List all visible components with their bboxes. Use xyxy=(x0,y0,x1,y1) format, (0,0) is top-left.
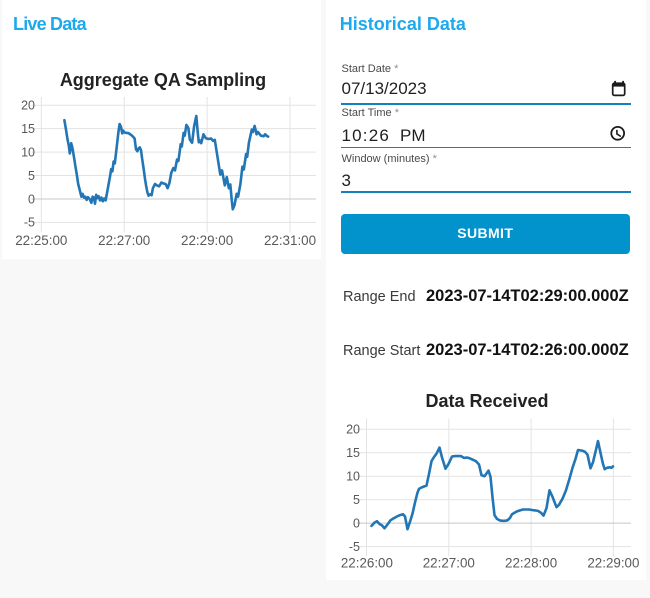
svg-text:22:27:00: 22:27:00 xyxy=(423,556,475,571)
svg-text:22:31:00: 22:31:00 xyxy=(264,233,316,248)
svg-text:15: 15 xyxy=(21,122,35,136)
svg-text:5: 5 xyxy=(353,493,360,507)
svg-text:-5: -5 xyxy=(24,216,35,230)
svg-text:0: 0 xyxy=(353,516,360,530)
svg-text:5: 5 xyxy=(28,169,35,183)
svg-text:22:27:00: 22:27:00 xyxy=(98,233,150,248)
svg-text:22:28:00: 22:28:00 xyxy=(505,556,557,571)
svg-text:-5: -5 xyxy=(349,540,360,554)
svg-text:22:29:00: 22:29:00 xyxy=(587,556,639,571)
svg-text:Aggregate QA Sampling: Aggregate QA Sampling xyxy=(60,70,266,90)
svg-text:22:29:00: 22:29:00 xyxy=(181,233,233,248)
svg-text:10: 10 xyxy=(21,145,35,159)
svg-text:22:26:00: 22:26:00 xyxy=(341,556,393,571)
svg-text:15: 15 xyxy=(346,446,360,460)
svg-text:22:25:00: 22:25:00 xyxy=(15,233,67,248)
svg-text:20: 20 xyxy=(346,423,360,437)
svg-text:0: 0 xyxy=(28,192,35,206)
svg-text:20: 20 xyxy=(21,99,35,113)
svg-text:Data Received: Data Received xyxy=(425,391,548,411)
svg-text:10: 10 xyxy=(346,470,360,484)
